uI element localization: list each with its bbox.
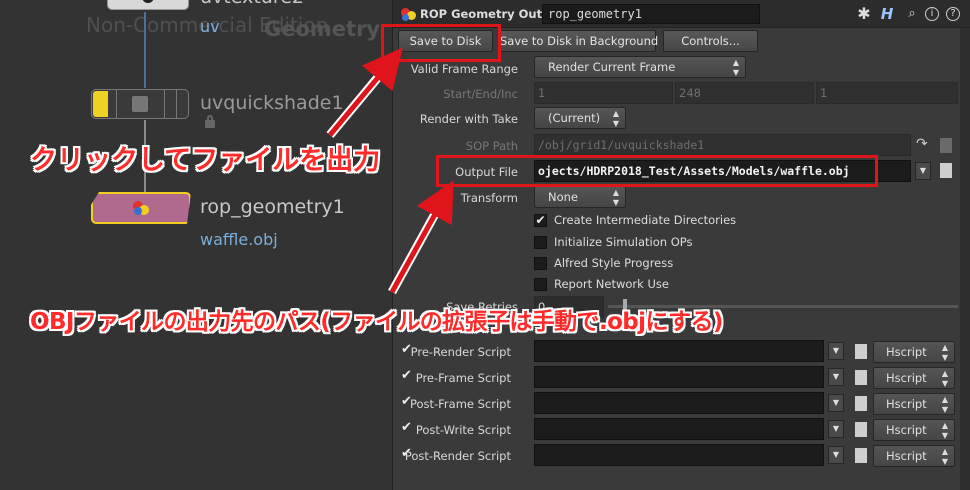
annotation-arrow — [328, 47, 403, 137]
annotation-arrow — [389, 180, 454, 294]
click-annotation: クリックしてファイルを出力 — [30, 145, 381, 176]
annotation-arrows — [326, 47, 454, 295]
houdini-window: Non-Commercial Edition Geometry uvtextur… — [0, 0, 970, 490]
path-annotation: OBJファイルの出力先のパス(ファイルの拡張子は手動で.objにする) — [30, 309, 723, 335]
output-file-highlight — [436, 155, 878, 187]
save-to-disk-highlight — [381, 24, 501, 62]
